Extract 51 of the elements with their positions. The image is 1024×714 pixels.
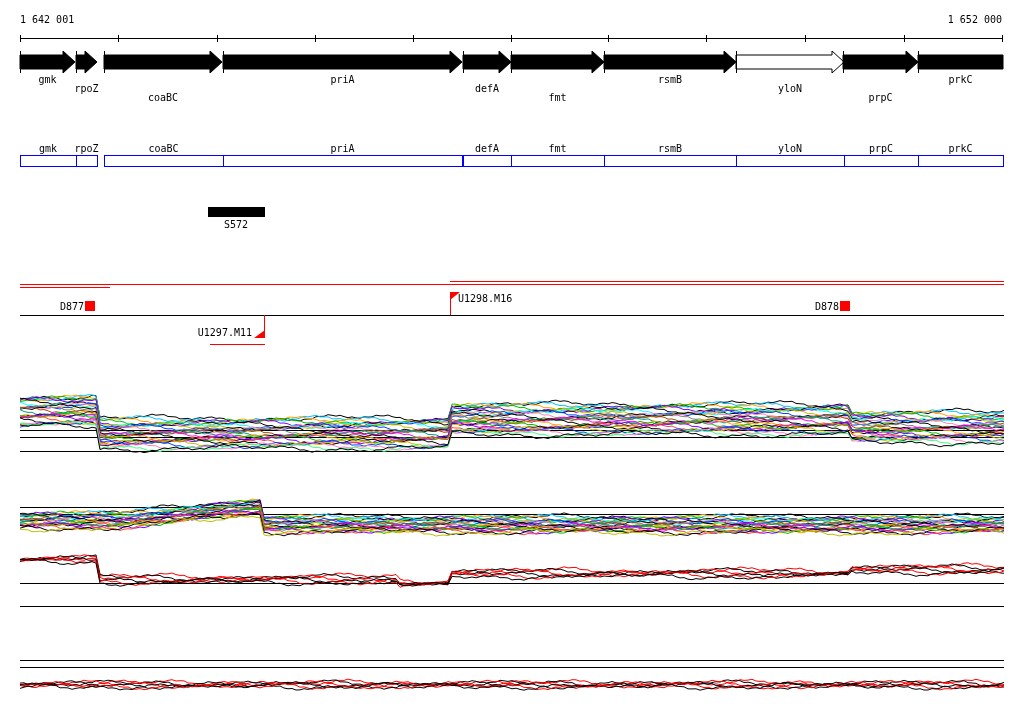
gene-label: prkC	[948, 74, 973, 85]
gene-box-label: rpoZ	[74, 143, 99, 154]
gene-label: yloN	[777, 83, 803, 94]
marker-label: D878	[814, 301, 839, 312]
gene-arrow[interactable]	[462, 50, 512, 74]
gene-label: priA	[330, 74, 355, 85]
gene-box[interactable]	[76, 155, 98, 167]
gene-arrow[interactable]	[222, 50, 463, 74]
gene-label: fmt	[548, 92, 567, 103]
region-label: S572	[223, 219, 249, 230]
gene-box[interactable]	[223, 155, 463, 167]
gene-label: defA	[474, 83, 500, 94]
marker-square[interactable]	[85, 301, 95, 311]
gene-label: prpC	[868, 92, 893, 103]
marker-flag[interactable]	[450, 291, 460, 316]
gene-box[interactable]	[604, 155, 737, 167]
gene-arrow[interactable]	[510, 50, 605, 74]
gene-label: rpoZ	[74, 83, 99, 94]
gene-arrow[interactable]	[917, 50, 1004, 74]
gene-box[interactable]	[844, 155, 919, 167]
gene-box[interactable]	[736, 155, 845, 167]
gene-box-label: gmk	[38, 143, 58, 154]
gene-arrow[interactable]	[75, 50, 98, 74]
gene-box-label: prkC	[948, 143, 973, 154]
gene-box-label: rsmB	[657, 143, 683, 154]
marker-label: U1298.M16	[458, 293, 513, 304]
marker-label: U1297.M11	[197, 327, 252, 338]
ruler-end-label: 1 652 000	[947, 14, 1002, 25]
marker-flag[interactable]	[254, 314, 265, 339]
gene-box[interactable]	[463, 155, 512, 167]
ruler-start-label: 1 642 001	[20, 14, 75, 25]
gene-box[interactable]	[20, 155, 77, 167]
marker-label: D877	[59, 301, 84, 312]
gene-arrow[interactable]	[103, 50, 223, 74]
gene-arrow[interactable]	[603, 50, 737, 74]
gene-box[interactable]	[511, 155, 605, 167]
gene-label: gmk	[38, 74, 57, 85]
gene-box[interactable]	[104, 155, 224, 167]
gene-box-label: prpC	[868, 143, 894, 154]
gene-arrow[interactable]	[19, 50, 76, 74]
gene-box[interactable]	[918, 155, 1004, 167]
gene-arrow[interactable]	[735, 50, 845, 74]
gene-box-label: defA	[474, 143, 500, 154]
gene-arrow[interactable]	[842, 50, 919, 74]
gene-box-label: priA	[330, 143, 355, 154]
gene-box-label: coaBC	[148, 143, 179, 154]
gene-box-label: yloN	[777, 143, 803, 154]
gene-label: coaBC	[147, 92, 179, 103]
gene-box-label: fmt	[548, 143, 567, 154]
gene-label: rsmB	[657, 74, 683, 85]
marker-square[interactable]	[840, 301, 850, 311]
